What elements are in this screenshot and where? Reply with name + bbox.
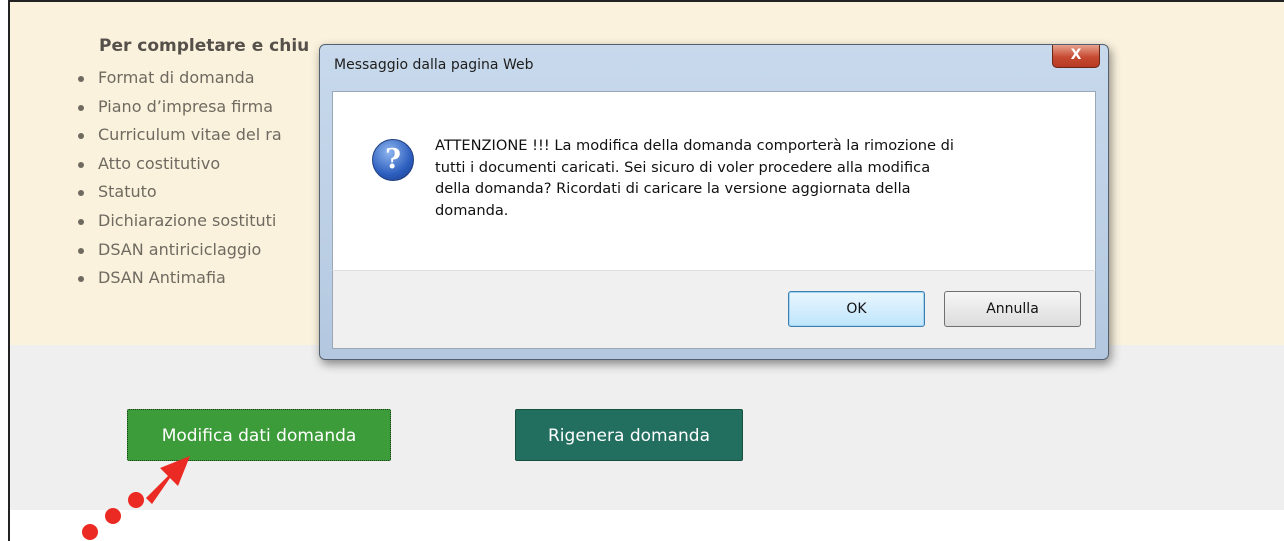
list-item: Statuto <box>78 180 282 209</box>
rigenera-domanda-button[interactable]: Rigenera domanda <box>515 409 743 461</box>
list-item: Curriculum vitae del ra <box>78 123 282 152</box>
bullet-icon <box>78 190 84 197</box>
list-item: DSAN Antimafia <box>78 266 282 295</box>
bullet-icon <box>78 104 84 111</box>
cancel-button[interactable]: Annulla <box>944 291 1081 327</box>
list-item: Format di domanda <box>78 66 282 95</box>
bullet-icon <box>78 133 84 140</box>
bullet-icon <box>78 161 84 168</box>
bullet-icon <box>78 218 84 225</box>
bullet-icon <box>78 247 84 254</box>
list-item: Dichiarazione sostituti <box>78 209 282 238</box>
bullet-icon <box>78 276 84 283</box>
list-item: Atto costitutivo <box>78 152 282 181</box>
message-dialog: Messaggio dalla pagina Web X ? ATTENZION… <box>319 44 1109 360</box>
list-item: DSAN antiriciclaggio <box>78 238 282 267</box>
info-heading: Per completare e chiu <box>99 36 310 56</box>
bullet-icon <box>78 76 84 82</box>
ok-button[interactable]: OK <box>788 291 925 327</box>
close-icon[interactable]: X <box>1052 45 1100 68</box>
dialog-message: ATTENZIONE !!! La modifica della domanda… <box>435 137 954 219</box>
dialog-title: Messaggio dalla pagina Web <box>334 57 534 73</box>
question-icon: ? <box>372 139 414 181</box>
document-list: Format di domanda Piano d’impresa firma … <box>78 66 282 295</box>
list-item: Piano d’impresa firma <box>78 95 282 124</box>
